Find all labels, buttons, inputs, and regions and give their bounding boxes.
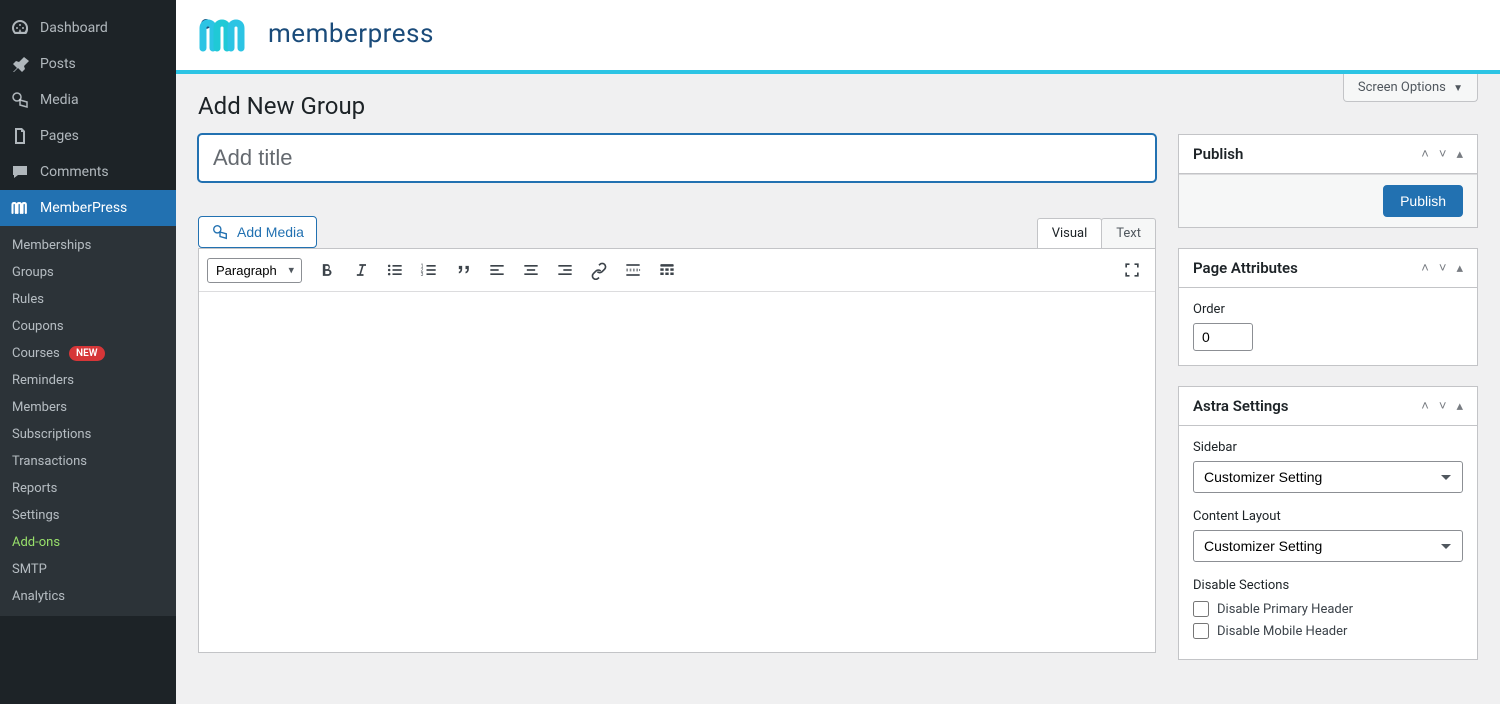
astra-sidebar-label: Sidebar — [1193, 440, 1463, 455]
sidebar-item-label: Comments — [40, 164, 109, 180]
page-attributes-box: Page Attributes ˄ ˅ ▴ Order — [1178, 248, 1478, 366]
sidebar-item-pages[interactable]: Pages — [0, 118, 176, 154]
bullet-list-button[interactable] — [380, 255, 410, 285]
disable-primary-header-row[interactable]: Disable Primary Header — [1193, 601, 1463, 617]
media-add-icon — [211, 223, 229, 241]
astra-settings-box: Astra Settings ˄ ˅ ▴ Sidebar Cus — [1178, 386, 1478, 660]
editor-box: Paragraph 123 — [198, 248, 1156, 653]
readmore-button[interactable] — [618, 255, 648, 285]
fullscreen-button[interactable] — [1117, 255, 1147, 285]
brand-name: memberpress — [268, 19, 434, 49]
sidebar-item-label: Dashboard — [40, 20, 108, 36]
sidebar-sub-smtp[interactable]: SMTP — [0, 556, 176, 583]
sidebar-sub-label: Courses — [12, 346, 60, 361]
paragraph-select[interactable]: Paragraph — [207, 258, 302, 283]
admin-sidebar: Dashboard Posts Media Pages Comments Mem… — [0, 0, 176, 704]
new-badge: NEW — [69, 346, 105, 361]
sidebar-item-dashboard[interactable]: Dashboard — [0, 10, 176, 46]
astra-content-label: Content Layout — [1193, 509, 1463, 524]
add-media-label: Add Media — [237, 224, 304, 240]
bold-button[interactable] — [312, 255, 342, 285]
order-input[interactable] — [1193, 323, 1253, 351]
astra-disable-label: Disable Sections — [1193, 578, 1463, 593]
move-up-icon[interactable]: ˄ — [1421, 146, 1429, 162]
sidebar-sub-transactions[interactable]: Transactions — [0, 448, 176, 475]
sidebar-sub-analytics[interactable]: Analytics — [0, 583, 176, 610]
sidebar-sub-reminders[interactable]: Reminders — [0, 367, 176, 394]
sidebar-sub-reports[interactable]: Reports — [0, 475, 176, 502]
screen-options-button[interactable]: Screen Options ▼ — [1343, 74, 1478, 102]
sidebar-item-label: Pages — [40, 128, 79, 144]
move-up-icon[interactable]: ˄ — [1421, 260, 1429, 276]
sidebar-item-label: Posts — [40, 56, 76, 72]
tab-visual[interactable]: Visual — [1037, 218, 1103, 248]
align-center-button[interactable] — [516, 255, 546, 285]
editor-tabs: Visual Text — [198, 218, 1156, 248]
media-icon — [10, 90, 30, 110]
editor-column: Add Media Visual Text Paragraph — [198, 134, 1156, 680]
toggle-icon[interactable]: ▴ — [1456, 399, 1463, 414]
align-right-button[interactable] — [550, 255, 580, 285]
sidebar-submenu: Memberships Groups Rules Coupons Courses… — [0, 226, 176, 616]
sidebar-sub-addons[interactable]: Add-ons — [0, 529, 176, 556]
page-attr-title: Page Attributes — [1193, 259, 1298, 277]
disable-mobile-header-row[interactable]: Disable Mobile Header — [1193, 623, 1463, 639]
sidebar-sub-members[interactable]: Members — [0, 394, 176, 421]
memberpress-icon — [10, 198, 30, 218]
publish-title: Publish — [1193, 145, 1243, 163]
sidebar-item-posts[interactable]: Posts — [0, 46, 176, 82]
chevron-down-icon: ▼ — [1453, 83, 1463, 94]
astra-content-select[interactable]: Customizer Setting — [1193, 530, 1463, 562]
editor-toolbar: Paragraph 123 — [199, 249, 1155, 292]
link-button[interactable] — [584, 255, 614, 285]
number-list-button[interactable]: 123 — [414, 255, 444, 285]
sidebar-item-memberpress[interactable]: MemberPress — [0, 190, 176, 226]
sidebar-sub-rules[interactable]: Rules — [0, 286, 176, 313]
sidebar-sub-settings[interactable]: Settings — [0, 502, 176, 529]
publish-box: Publish ˄ ˅ ▴ Publish — [1178, 134, 1478, 228]
disable-primary-header-checkbox[interactable] — [1193, 601, 1209, 617]
disable-option-label: Disable Mobile Header — [1217, 624, 1347, 639]
toolbar-toggle-button[interactable] — [652, 255, 682, 285]
dashboard-icon — [10, 18, 30, 38]
sidebar-item-media[interactable]: Media — [0, 82, 176, 118]
publish-button[interactable]: Publish — [1383, 185, 1463, 217]
align-left-button[interactable] — [482, 255, 512, 285]
svg-text:3: 3 — [421, 272, 424, 278]
sidebar-sub-subscriptions[interactable]: Subscriptions — [0, 421, 176, 448]
move-up-icon[interactable]: ˄ — [1421, 398, 1429, 414]
move-down-icon[interactable]: ˅ — [1439, 146, 1447, 162]
italic-button[interactable] — [346, 255, 376, 285]
sidebar-sub-coupons[interactable]: Coupons — [0, 313, 176, 340]
comments-icon — [10, 162, 30, 182]
quote-button[interactable] — [448, 255, 478, 285]
sidebar-sub-courses[interactable]: Courses NEW — [0, 340, 176, 367]
main-area: memberpress Screen Options ▼ Add New Gro… — [176, 0, 1500, 704]
pin-icon — [10, 54, 30, 74]
sidebar-item-label: Media — [40, 92, 79, 108]
page-title: Add New Group — [198, 92, 1478, 120]
pages-icon — [10, 126, 30, 146]
move-down-icon[interactable]: ˅ — [1439, 260, 1447, 276]
sidebar-item-comments[interactable]: Comments — [0, 154, 176, 190]
order-label: Order — [1193, 302, 1463, 317]
add-media-button[interactable]: Add Media — [198, 216, 317, 248]
astra-sidebar-select[interactable]: Customizer Setting — [1193, 461, 1463, 493]
astra-title: Astra Settings — [1193, 397, 1289, 415]
sidebar-sub-memberships[interactable]: Memberships — [0, 232, 176, 259]
memberpress-logo-icon — [198, 14, 254, 54]
title-input[interactable] — [198, 134, 1156, 182]
sidebar-column: Publish ˄ ˅ ▴ Publish — [1178, 134, 1478, 680]
screen-options-label: Screen Options — [1358, 80, 1446, 95]
toggle-icon[interactable]: ▴ — [1456, 147, 1463, 162]
editor-body[interactable] — [199, 292, 1155, 652]
brand-bar: memberpress — [176, 0, 1500, 74]
toggle-icon[interactable]: ▴ — [1456, 261, 1463, 276]
move-down-icon[interactable]: ˅ — [1439, 398, 1447, 414]
tab-text[interactable]: Text — [1101, 218, 1156, 248]
disable-mobile-header-checkbox[interactable] — [1193, 623, 1209, 639]
sidebar-item-label: MemberPress — [40, 200, 127, 216]
disable-option-label: Disable Primary Header — [1217, 602, 1353, 617]
sidebar-sub-groups[interactable]: Groups — [0, 259, 176, 286]
